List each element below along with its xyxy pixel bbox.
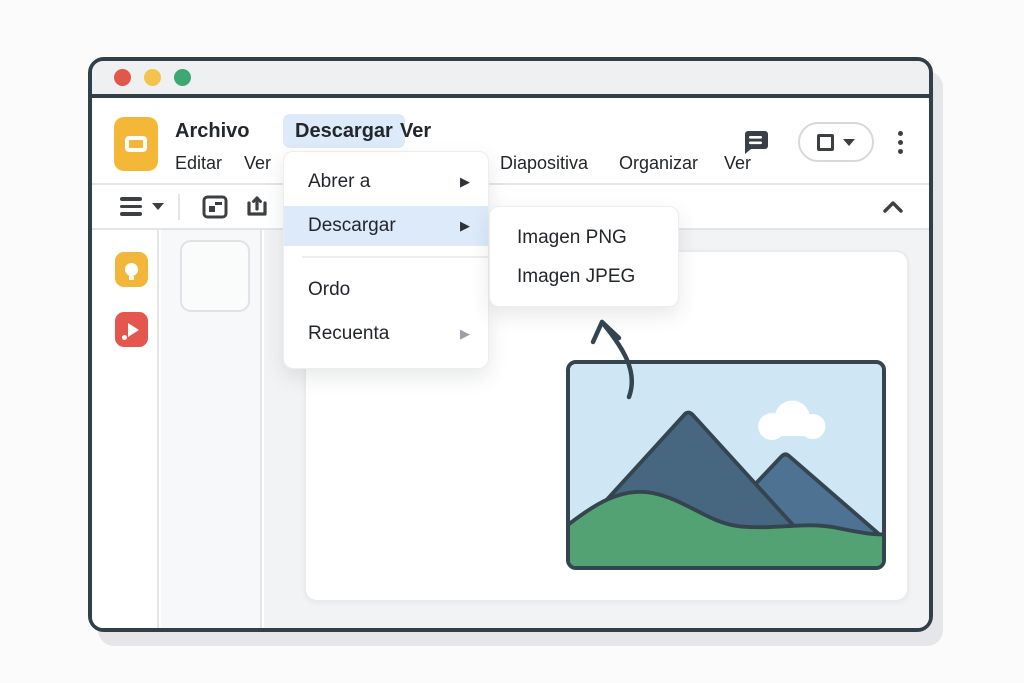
menu-item-ordo[interactable]: Ordo	[284, 268, 488, 312]
slide-filmstrip	[161, 230, 262, 628]
menu-item-label: Abrer a	[308, 171, 370, 193]
top-right-actions	[732, 122, 907, 162]
menu-editar[interactable]: Editar	[175, 148, 222, 178]
file-dropdown-menu: Abrer a ▶ Descargar ▶ Ordo Recuenta ▶	[283, 151, 489, 369]
menu-item-descargar[interactable]: Descargar ▶	[284, 206, 488, 246]
submenu-item-imagen-jpeg[interactable]: Imagen JPEG	[490, 257, 678, 296]
window-titlebar	[92, 61, 929, 98]
submenu-arrow-icon: ▶	[460, 218, 470, 234]
keep-bulb-glyph	[125, 263, 138, 276]
submenu-arrow-icon: ▶	[460, 326, 470, 342]
menu-organizar[interactable]: Organizar	[619, 148, 698, 178]
slide-thumbnail[interactable]	[180, 240, 250, 312]
keep-icon[interactable]	[115, 252, 148, 287]
menu-item-label: Recuenta	[308, 323, 389, 345]
submenu-item-label: Imagen PNG	[517, 227, 627, 249]
submenu-arrow-icon: ▶	[460, 174, 470, 190]
toolbar-divider	[178, 194, 180, 220]
menu-ver-2[interactable]: Ver	[244, 148, 271, 178]
mountain-image[interactable]	[566, 360, 886, 570]
chevron-down-icon	[843, 139, 855, 146]
menu-diapositiva[interactable]: Diapositiva	[500, 148, 588, 178]
menu-archivo[interactable]: Archivo	[175, 114, 249, 148]
menu-area: Archivo Descargar Ver Editar Ver Diaposi…	[92, 102, 929, 183]
side-rail	[92, 230, 159, 628]
menu-descargar-active[interactable]: Descargar	[283, 114, 405, 148]
hamburger-chevron-down-icon[interactable]	[152, 203, 164, 210]
comments-icon[interactable]	[740, 127, 770, 157]
overflow-menu-icon[interactable]	[894, 129, 907, 156]
present-dropdown-button[interactable]	[798, 122, 874, 162]
menu-separator	[302, 256, 488, 258]
play-triangle-glyph	[128, 323, 139, 337]
menu-item-label: Descargar	[308, 215, 396, 237]
submenu-item-label: Imagen JPEG	[517, 266, 635, 288]
collapse-toolbar-icon[interactable]	[883, 200, 903, 218]
submenu-item-imagen-png[interactable]: Imagen PNG	[490, 218, 678, 257]
menu-item-label: Ordo	[308, 279, 350, 301]
zoom-window-button[interactable]	[174, 69, 191, 86]
minimize-window-button[interactable]	[144, 69, 161, 86]
menu-item-abrer-a[interactable]: Abrer a ▶	[284, 160, 488, 204]
download-submenu: Imagen PNG Imagen JPEG	[489, 206, 679, 307]
close-window-button[interactable]	[114, 69, 131, 86]
hamburger-menu-icon[interactable]	[120, 197, 142, 216]
present-hand-icon[interactable]	[244, 194, 270, 220]
present-slide-icon	[817, 134, 834, 151]
menu-item-recuenta[interactable]: Recuenta ▶	[284, 312, 488, 356]
play-icon[interactable]	[115, 312, 148, 347]
frame-icon[interactable]	[202, 194, 228, 220]
app-window: Archivo Descargar Ver Editar Ver Diaposi…	[88, 57, 933, 632]
play-dot-glyph	[122, 335, 127, 340]
menu-ver[interactable]: Ver	[400, 114, 431, 148]
